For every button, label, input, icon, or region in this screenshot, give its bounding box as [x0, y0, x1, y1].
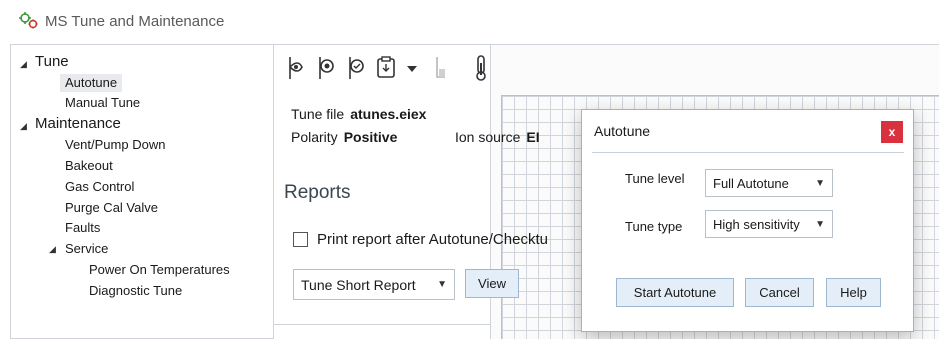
- section-divider: [274, 324, 490, 325]
- window-title: MS Tune and Maintenance: [45, 13, 225, 30]
- clipboard-dropdown-icon[interactable]: [374, 53, 398, 83]
- tune-target-icon[interactable]: [314, 53, 338, 83]
- autotune-dialog: Autotune x Tune level Full Autotune ▼ Tu…: [581, 109, 914, 332]
- tree-item-tune[interactable]: Tune: [35, 53, 69, 71]
- chevron-down-icon: ▼: [815, 177, 825, 189]
- print-report-option[interactable]: Print report after Autotune/Checktu: [293, 231, 548, 248]
- print-report-checkbox[interactable]: [293, 232, 308, 247]
- tune-level-select[interactable]: Full Autotune ▼: [705, 169, 833, 197]
- chevron-down-icon: ▼: [437, 279, 447, 290]
- tune-type-value: High sensitivity: [713, 216, 800, 232]
- tree-item-manual-tune[interactable]: Manual Tune: [65, 94, 140, 112]
- tune-level-value: Full Autotune: [713, 175, 789, 191]
- report-type-value: Tune Short Report: [301, 276, 416, 293]
- reports-heading: Reports: [284, 182, 351, 203]
- tree-item-gas-control[interactable]: Gas Control: [65, 178, 134, 196]
- title-bar: MS Tune and Maintenance: [0, 0, 939, 40]
- polarity-label: Polarity: [291, 129, 338, 145]
- tree-item-autotune[interactable]: Autotune: [60, 74, 123, 92]
- report-type-select[interactable]: Tune Short Report ▼: [293, 269, 455, 300]
- tune-check-icon[interactable]: [344, 53, 368, 83]
- ion-source-row: Ion source EI: [455, 129, 540, 145]
- tune-file-row: Tune file atunes.eiex: [291, 106, 426, 122]
- polarity-row: Polarity Positive: [291, 129, 397, 145]
- collapse-caret-icon[interactable]: ◢: [49, 244, 56, 255]
- dialog-divider: [592, 152, 904, 153]
- tree-item-bakeout[interactable]: Bakeout: [65, 157, 113, 175]
- view-report-button[interactable]: View: [465, 269, 519, 298]
- tree-item-diagnostic-tune[interactable]: Diagnostic Tune: [89, 282, 182, 300]
- close-button[interactable]: x: [881, 121, 903, 143]
- tune-level-label: Tune level: [625, 171, 685, 186]
- tune-file-value: atunes.eiex: [350, 106, 427, 122]
- tune-type-select[interactable]: High sensitivity ▼: [705, 210, 833, 238]
- ms-tune-app-icon: [18, 11, 40, 31]
- cancel-button[interactable]: Cancel: [745, 278, 814, 307]
- tree-item-vent-pump-down[interactable]: Vent/Pump Down: [65, 136, 165, 154]
- polarity-value: Positive: [343, 129, 398, 145]
- ion-source-value: EI: [526, 129, 540, 145]
- tune-file-label: Tune file: [291, 106, 345, 122]
- chevron-down-icon: ▼: [815, 218, 825, 230]
- help-button[interactable]: Help: [826, 278, 881, 307]
- start-autotune-button[interactable]: Start Autotune: [616, 278, 734, 307]
- collapse-caret-icon[interactable]: ◢: [20, 121, 27, 132]
- column-disabled-icon: [429, 53, 453, 83]
- tree-item-service[interactable]: Service: [65, 240, 108, 258]
- tree-item-faults[interactable]: Faults: [65, 219, 100, 237]
- tree-item-power-on-temperatures[interactable]: Power On Temperatures: [89, 261, 230, 279]
- dropdown-arrow-icon[interactable]: [400, 53, 417, 83]
- tree-item-maintenance[interactable]: Maintenance: [35, 115, 121, 133]
- tree-item-purge-cal-valve[interactable]: Purge Cal Valve: [65, 199, 158, 217]
- tune-probe-icon[interactable]: [284, 53, 308, 83]
- ion-source-label: Ion source: [455, 129, 521, 145]
- dialog-title: Autotune: [594, 123, 651, 139]
- tune-type-label: Tune type: [625, 219, 683, 234]
- navigation-tree: ◢ Tune Autotune Manual Tune ◢ Maintenanc…: [10, 44, 274, 339]
- print-report-label: Print report after Autotune/Checktu: [317, 231, 548, 248]
- collapse-caret-icon[interactable]: ◢: [20, 59, 27, 70]
